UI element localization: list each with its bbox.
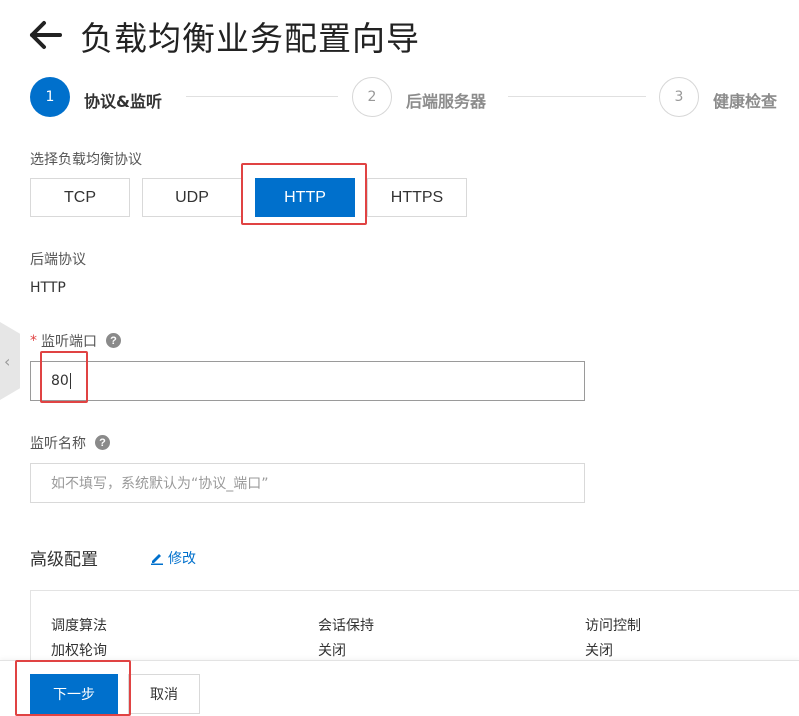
backend-protocol-value: HTTP	[30, 280, 66, 296]
protocol-https-button[interactable]: HTTPS	[367, 178, 467, 217]
listener-port-label: 监听端口	[41, 334, 97, 350]
next-step-button[interactable]: 下一步	[30, 674, 118, 714]
page-title: 负载均衡业务配置向导	[80, 19, 420, 58]
step-1-indicator: 1	[30, 77, 70, 117]
listener-name-label: 监听名称	[30, 436, 86, 452]
access-control-label: 访问控制	[585, 618, 641, 634]
chevron-left-icon[interactable]: ‹	[4, 352, 10, 371]
step-1-label: 协议&监听	[84, 92, 162, 111]
session-persistence-value: 关闭	[318, 643, 346, 659]
question-circle-icon[interactable]: ?	[106, 333, 121, 348]
session-persistence-label: 会话保持	[318, 618, 374, 634]
cancel-button[interactable]: 取消	[128, 674, 200, 714]
step-connector	[186, 96, 338, 97]
advanced-edit-label: 修改	[168, 551, 196, 567]
listener-name-placeholder: 如不填写，系统默认为“协议_端口”	[51, 476, 269, 492]
step-3-label: 健康检查	[713, 92, 778, 111]
step-3-indicator: 3	[659, 77, 699, 117]
step-connector	[508, 96, 646, 97]
scheduling-algorithm-value: 加权轮询	[51, 643, 107, 659]
scheduling-algorithm-label: 调度算法	[51, 618, 107, 634]
protocol-label: 选择负载均衡协议	[30, 152, 142, 168]
protocol-udp-button[interactable]: UDP	[142, 178, 242, 217]
question-circle-icon[interactable]: ?	[95, 435, 110, 450]
advanced-edit-link[interactable]: 修改	[150, 548, 196, 568]
back-arrow-icon[interactable]	[28, 18, 64, 52]
access-control-value: 关闭	[585, 643, 613, 659]
step-2-indicator: 2	[352, 77, 392, 117]
backend-protocol-label: 后端协议	[30, 252, 86, 268]
advanced-config-title: 高级配置	[30, 550, 98, 570]
footer-bar	[0, 660, 799, 716]
listener-name-input[interactable]: 如不填写，系统默认为“协议_端口”	[30, 463, 585, 503]
listener-port-value: 80	[51, 373, 69, 389]
pencil-icon	[151, 554, 163, 565]
text-caret	[69, 373, 71, 389]
protocol-http-button[interactable]: HTTP	[255, 178, 355, 217]
listener-port-input[interactable]: 80	[30, 361, 585, 401]
step-2-label: 后端服务器	[406, 92, 487, 111]
protocol-tcp-button[interactable]: TCP	[30, 178, 130, 217]
advanced-config-panel	[30, 590, 799, 670]
required-mark: *	[30, 333, 37, 349]
